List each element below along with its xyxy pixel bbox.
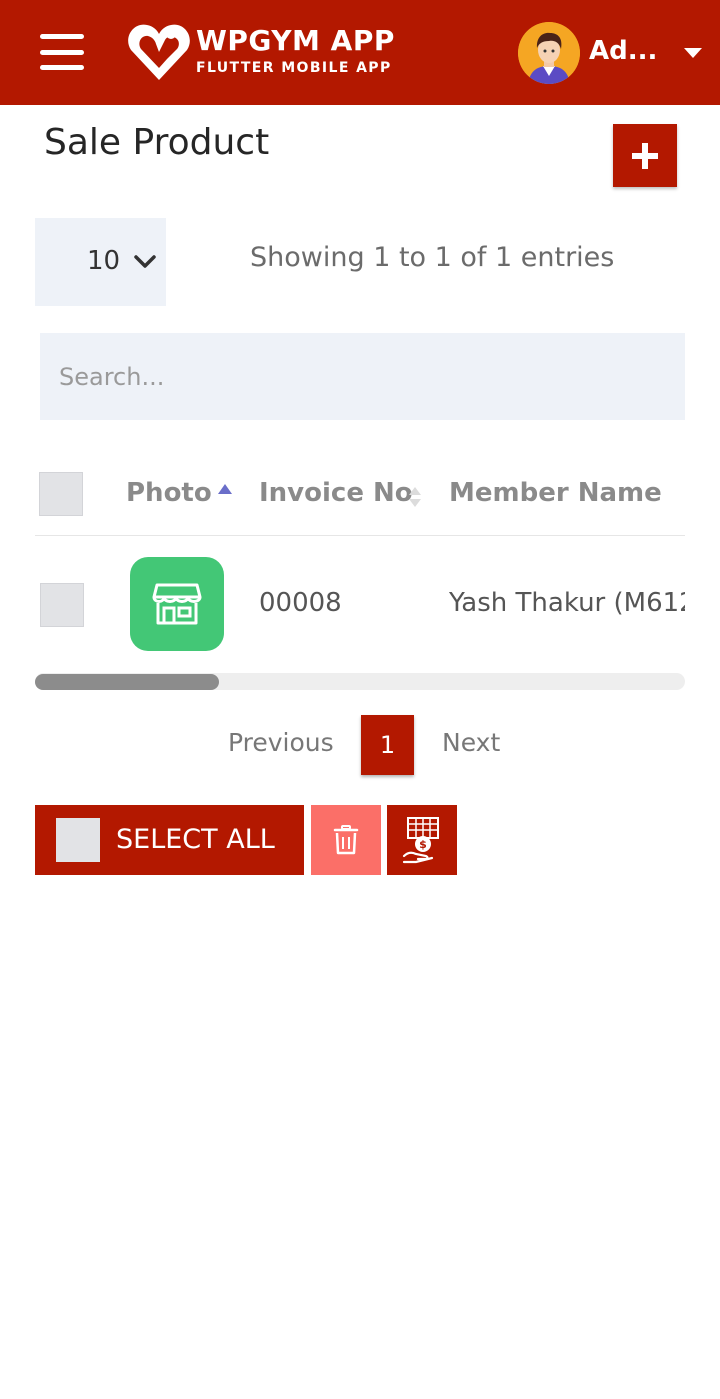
chevron-down-icon [134, 255, 156, 268]
pagination-previous[interactable]: Previous [228, 728, 334, 757]
add-button[interactable] [613, 124, 677, 187]
entries-info: Showing 1 to 1 of 1 entries [250, 242, 615, 273]
select-all-rows-checkbox[interactable] [39, 472, 83, 516]
table-header-row: Photo Invoice No Member Name [35, 446, 685, 536]
sale-product-table: Photo Invoice No Member Name 00008 Yash … [35, 446, 685, 672]
page-length-value: 10 [87, 246, 121, 276]
store-icon [152, 583, 202, 625]
cell-member-name: Yash Thakur (M612 [449, 588, 685, 618]
column-header-invoice-no[interactable]: Invoice No [259, 478, 413, 508]
search-input[interactable] [40, 333, 685, 420]
select-all-label: SELECT ALL [116, 824, 275, 855]
select-all-button[interactable]: SELECT ALL [35, 805, 304, 875]
page-length-select[interactable]: 10 [35, 218, 166, 306]
menu-icon[interactable] [40, 34, 84, 70]
payment-icon: $ [402, 817, 439, 864]
pagination-page-1[interactable]: 1 [361, 715, 414, 775]
user-name[interactable]: Ad... [589, 36, 657, 66]
scrollbar-thumb[interactable] [35, 674, 219, 690]
column-header-photo[interactable]: Photo [126, 478, 212, 508]
select-all-checkbox[interactable] [56, 818, 100, 862]
cell-invoice-no: 00008 [259, 588, 342, 618]
app-bar: WPGYM APP FLUTTER MOBILE APP Ad... [0, 0, 720, 105]
brand-title: WPGYM APP [196, 24, 395, 57]
brand-subtitle: FLUTTER MOBILE APP [196, 60, 392, 76]
pagination-next[interactable]: Next [442, 728, 500, 757]
payment-button[interactable]: $ [387, 805, 457, 875]
column-header-member-name[interactable]: Member Name [449, 478, 662, 508]
sort-ascending-icon [218, 484, 232, 494]
product-photo [130, 557, 224, 651]
svg-text:$: $ [419, 838, 427, 851]
sort-icon [409, 487, 421, 507]
horizontal-scrollbar[interactable] [35, 673, 685, 690]
row-checkbox[interactable] [40, 583, 84, 627]
page-title: Sale Product [44, 122, 270, 163]
logo-icon [128, 24, 190, 80]
table-row[interactable]: 00008 Yash Thakur (M612 [35, 536, 685, 672]
plus-icon [632, 143, 658, 169]
delete-button[interactable] [311, 805, 381, 875]
avatar[interactable] [518, 22, 580, 84]
trash-icon [333, 825, 359, 855]
user-avatar-icon [518, 22, 580, 84]
caret-down-icon[interactable] [684, 48, 702, 58]
